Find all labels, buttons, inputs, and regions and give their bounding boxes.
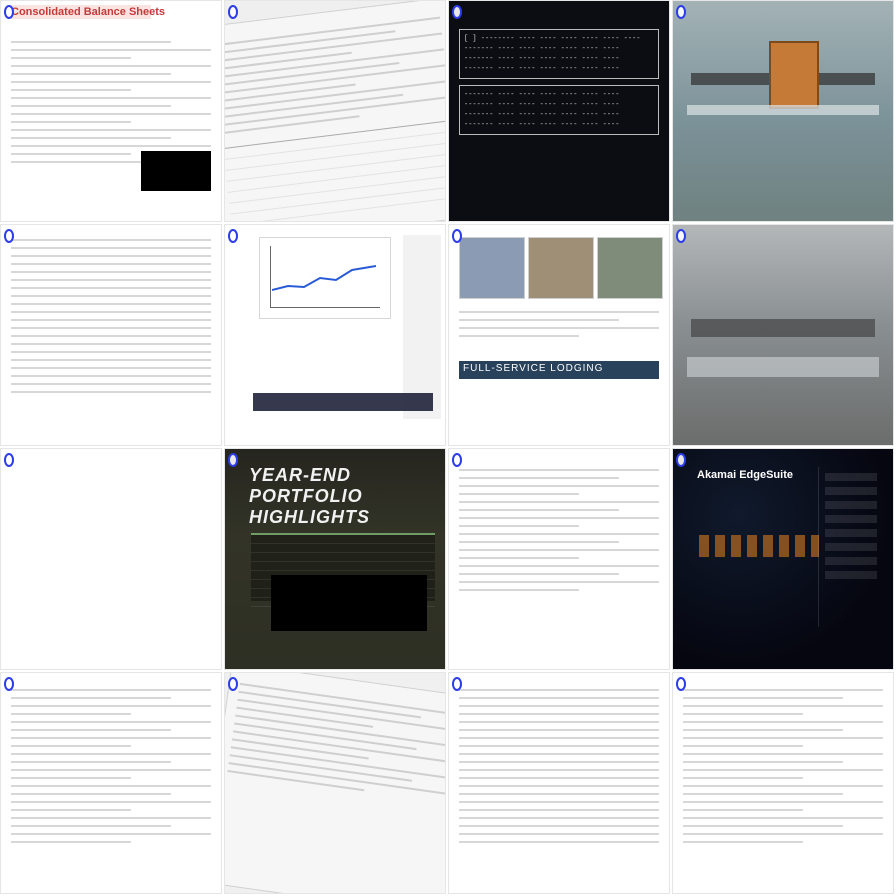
redaction-block — [141, 151, 211, 191]
badge-icon — [452, 677, 462, 691]
badge-icon — [228, 677, 238, 691]
footer-boxes — [253, 393, 433, 411]
badge-icon — [676, 677, 686, 691]
mini-chart — [259, 237, 391, 319]
skewed-page — [225, 673, 445, 893]
badge-icon — [4, 677, 14, 691]
tile-11[interactable] — [448, 448, 670, 670]
badge-icon — [452, 453, 462, 467]
banner-text: FULL-SERVICE LODGING — [463, 363, 604, 374]
tile-6[interactable] — [224, 224, 446, 446]
tile-1[interactable]: Consolidated Balance Sheets — [0, 0, 222, 222]
badge-icon — [452, 229, 462, 243]
tile-8[interactable] — [672, 224, 894, 446]
badge-icon — [4, 5, 14, 19]
image-1 — [459, 237, 525, 299]
line-chart — [272, 265, 376, 291]
tile-5[interactable] — [0, 224, 222, 446]
headline: YEAR-END PORTFOLIO HIGHLIGHTS — [249, 465, 370, 527]
badge-icon — [676, 453, 686, 467]
badge-icon — [228, 453, 238, 467]
thumbnail-grid: Consolidated Balance Sheets [] --------… — [0, 0, 896, 896]
badge-icon — [228, 229, 238, 243]
tile-9[interactable] — [0, 448, 222, 670]
orange-bars — [699, 535, 819, 557]
right-column — [818, 467, 883, 627]
badge-icon — [676, 229, 686, 243]
black-panel — [271, 575, 427, 631]
tile-7[interactable]: FULL-SERVICE LODGING — [448, 224, 670, 446]
tile-15[interactable] — [448, 672, 670, 894]
tile-10[interactable]: YEAR-END PORTFOLIO HIGHLIGHTS — [224, 448, 446, 670]
tile-13[interactable] — [0, 672, 222, 894]
dark-ad: Akamai EdgeSuite — [673, 449, 893, 669]
badge-icon — [4, 229, 14, 243]
tile-3[interactable]: [ ] -------- ---- ---- ---- ---- ---- --… — [448, 0, 670, 222]
side-column — [403, 235, 441, 419]
tile-4[interactable] — [672, 0, 894, 222]
skewed-page — [225, 1, 445, 221]
ad-title: Akamai EdgeSuite — [697, 469, 793, 481]
image-2 — [528, 237, 594, 299]
badge-icon — [452, 5, 462, 19]
tile-2[interactable] — [224, 0, 446, 222]
photo — [673, 225, 893, 445]
tile-16[interactable] — [672, 672, 894, 894]
badge-icon — [676, 5, 686, 19]
badge-icon — [228, 5, 238, 19]
terminal-table: [ ] -------- ---- ---- ---- ---- ---- --… — [459, 23, 659, 197]
tile-title: Consolidated Balance Sheets — [11, 6, 166, 18]
photo — [673, 1, 893, 221]
tile-12[interactable]: Akamai EdgeSuite — [672, 448, 894, 670]
image-3 — [597, 237, 663, 299]
tile-14[interactable] — [224, 672, 446, 894]
badge-icon — [4, 453, 14, 467]
